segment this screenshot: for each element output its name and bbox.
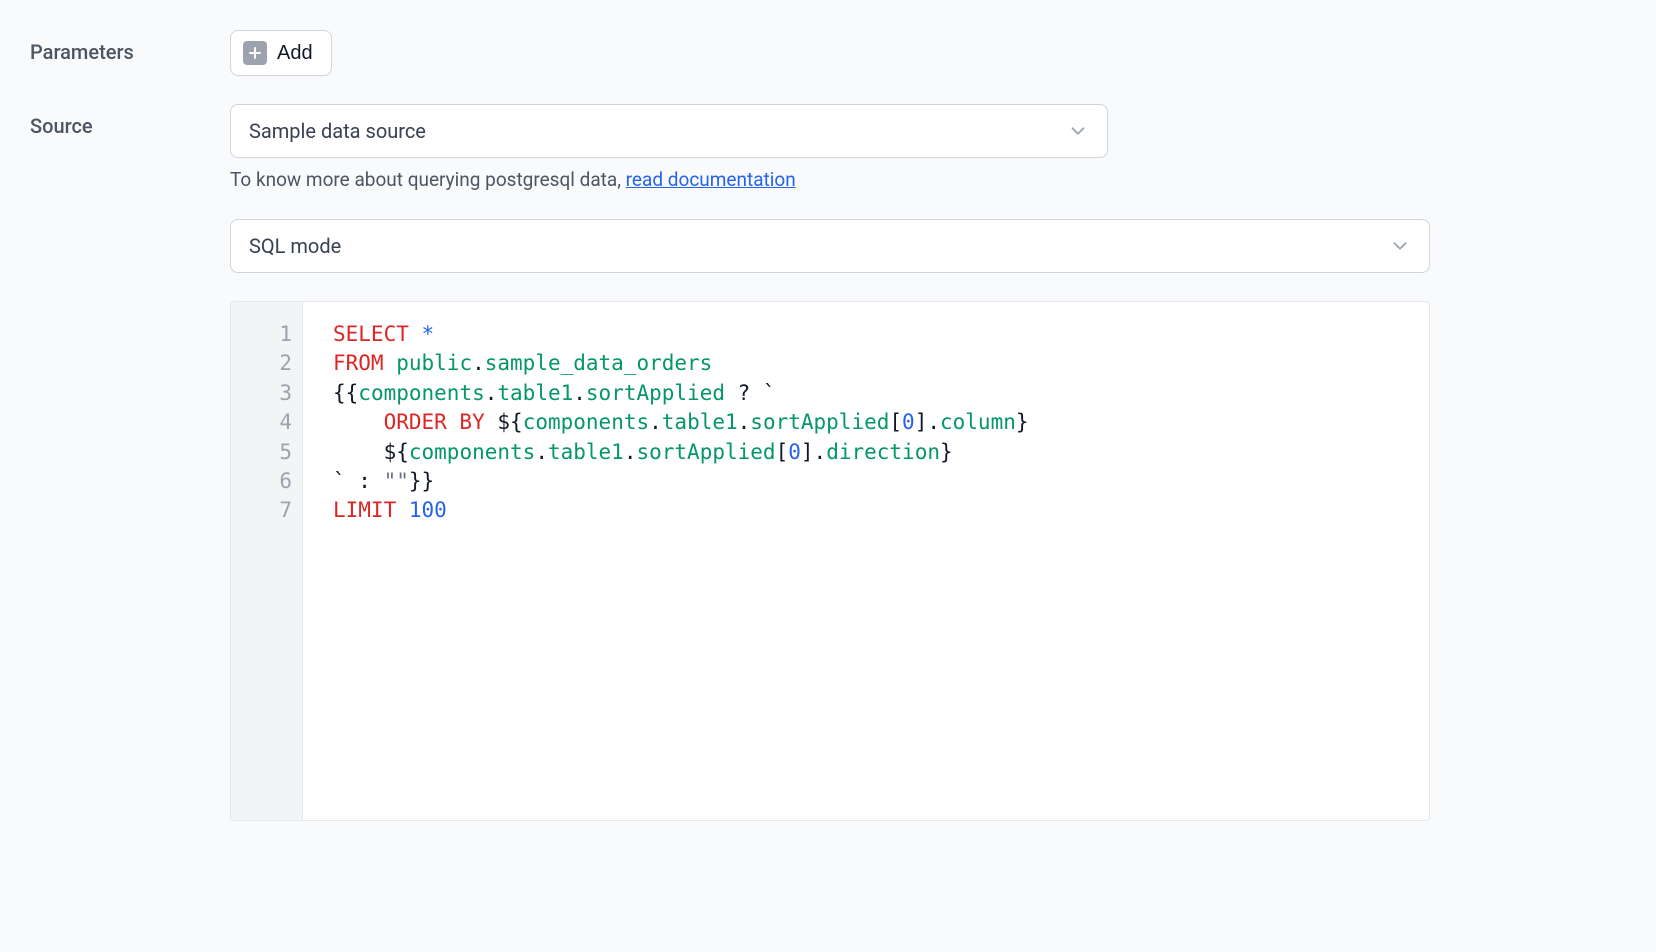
sql-editor[interactable]: 1 2 3 4 5 6 7 SELECT * FROM public.sampl… [230,301,1430,821]
parameters-controls: Add [230,30,1626,76]
plus-icon [243,41,267,65]
token-punct: . [472,351,485,375]
token-punct: . [927,410,940,434]
source-hint-text: To know more about querying postgresql d… [230,168,626,191]
token-ident: column [940,410,1016,434]
source-row: Source Sample data source To know more a… [30,104,1626,191]
token-punct: : [346,469,384,493]
token-punct: } [1016,410,1029,434]
chevron-down-icon [1389,235,1411,257]
token-punct: . [535,440,548,464]
add-parameter-button[interactable]: Add [230,30,332,76]
token-ident: sortApplied [586,381,725,405]
token-punct: . [624,440,637,464]
mode-row: SQL mode [230,219,1430,273]
line-number: 7 [247,496,292,525]
parameters-label: Parameters [30,30,230,64]
token-number: 0 [902,410,915,434]
source-dropdown[interactable]: Sample data source [230,104,1108,158]
token-ident: table1 [497,381,573,405]
token-ident: components [409,440,535,464]
token-punct: ] [915,410,928,434]
token-keyword: ORDER BY [384,410,485,434]
token-punct: . [738,410,751,434]
source-selected-value: Sample data source [249,119,426,143]
token-punct: ? [725,381,763,405]
token-punct: . [649,410,662,434]
token-string: "" [384,469,409,493]
token-punct: ` [333,469,346,493]
mode-dropdown[interactable]: SQL mode [230,219,1430,273]
line-number: 5 [247,438,292,467]
token-keyword: SELECT [333,322,409,346]
token-ident: direction [826,440,940,464]
token-punct: {{ [333,381,358,405]
token-ident: sample_data_orders [485,351,713,375]
line-number: 2 [247,349,292,378]
token-punct: }} [409,469,434,493]
add-button-label: Add [277,42,313,65]
editor-code[interactable]: SELECT * FROM public.sample_data_orders … [303,302,1429,820]
line-number: 6 [247,467,292,496]
token-number: 0 [788,440,801,464]
source-controls: Sample data source To know more about qu… [230,104,1626,191]
documentation-link[interactable]: read documentation [626,168,796,191]
mode-selected-value: SQL mode [249,234,341,258]
token-star: * [422,322,435,346]
token-ident: public [396,351,472,375]
token-punct: } [940,440,953,464]
token-ident: components [358,381,484,405]
token-ident: sortApplied [636,440,775,464]
token-punct: ${ [384,440,409,464]
token-punct: [ [889,410,902,434]
token-number: 100 [409,498,447,522]
token-ident: table1 [548,440,624,464]
editor-gutter: 1 2 3 4 5 6 7 [231,302,303,820]
token-ident: components [523,410,649,434]
token-punct: ${ [497,410,522,434]
token-punct: ] [801,440,814,464]
token-keyword: FROM [333,351,384,375]
line-number: 1 [247,320,292,349]
token-punct: [ [776,440,789,464]
line-number: 4 [247,408,292,437]
source-label: Source [30,104,230,138]
line-number: 3 [247,379,292,408]
token-punct: . [573,381,586,405]
chevron-down-icon [1067,120,1089,142]
token-punct: ` [763,381,776,405]
parameters-row: Parameters Add [30,30,1626,76]
token-punct: . [485,381,498,405]
token-ident: sortApplied [750,410,889,434]
token-ident: table1 [662,410,738,434]
source-hint: To know more about querying postgresql d… [230,168,1626,191]
token-keyword: LIMIT [333,498,396,522]
token-punct: . [814,440,827,464]
